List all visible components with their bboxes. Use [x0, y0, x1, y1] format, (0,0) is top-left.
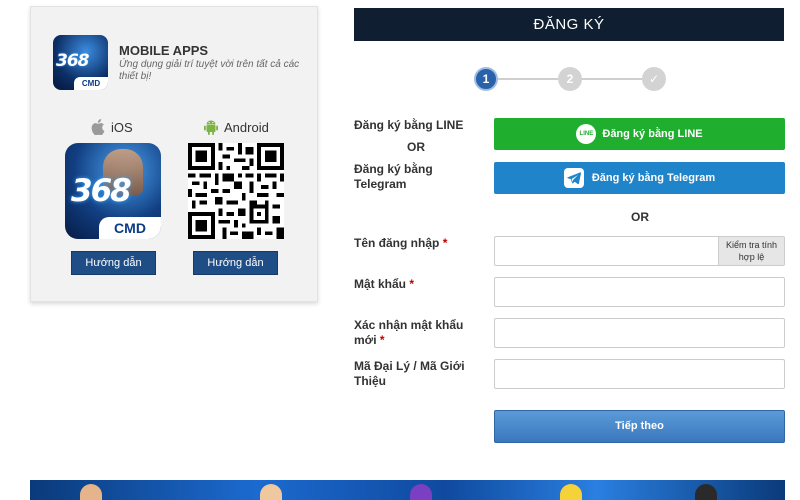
telegram-register-label: Đăng ký bằng Telegram: [354, 162, 433, 191]
line-register-button[interactable]: LINE Đăng ký bằng LINE: [494, 118, 785, 150]
confirm-password-input[interactable]: [494, 318, 785, 348]
check-validity-button[interactable]: Kiểm tra tính hợp lệ: [718, 237, 784, 265]
banner-figure: [695, 484, 717, 500]
ios-app-download-logo[interactable]: 368 CMD: [65, 143, 161, 239]
telegram-button-label: Đăng ký bằng Telegram: [591, 172, 716, 184]
step-3-check-icon: ✓: [642, 67, 666, 91]
line-register-label: Đăng ký bằng LINE: [354, 118, 464, 132]
apps-header: 368 CMD MOBILE APPS Ứng dụng giải trí tu…: [53, 35, 303, 91]
ios-guide-button[interactable]: Hướng dẫn: [71, 251, 156, 275]
required-mark: *: [442, 236, 448, 250]
confirm-password-label: Xác nhận mật khẩu mới *: [354, 318, 474, 348]
referral-code-label: Mã Đại Lý / Mã Giới Thiệu: [354, 359, 465, 388]
referral-code-input[interactable]: [494, 359, 785, 389]
app-logo-number: 368: [56, 51, 89, 71]
apple-icon: [91, 119, 105, 135]
banner-figure: [560, 484, 582, 500]
android-platform-label: Android: [204, 117, 269, 137]
telegram-register-button[interactable]: Đăng ký bằng Telegram: [494, 162, 785, 194]
step-connector: [580, 78, 642, 80]
line-button-label: Đăng ký bằng LINE: [602, 128, 703, 140]
telegram-icon: [563, 168, 584, 188]
confirm-label-text: Xác nhận mật khẩu mới: [354, 318, 464, 347]
or-divider-left: OR: [407, 140, 425, 154]
step-2: 2: [558, 67, 582, 91]
banner-figure: [260, 484, 282, 500]
username-label-text: Tên đăng nhập: [354, 236, 440, 250]
android-guide-button[interactable]: Hướng dẫn: [193, 251, 278, 275]
ios-label: iOS: [111, 119, 133, 135]
app-logo-big-badge: CMD: [99, 217, 161, 239]
password-label-text: Mật khẩu: [354, 277, 407, 291]
step-indicator: 1 2 ✓: [474, 67, 666, 91]
password-label: Mật khẩu *: [354, 277, 472, 292]
app-logo-big-number: 368: [71, 173, 132, 209]
apps-title: MOBILE APPS: [119, 43, 209, 58]
banner-figure: [80, 484, 102, 500]
android-qr-code[interactable]: [188, 143, 284, 239]
step-connector: [496, 78, 558, 80]
mobile-apps-panel: 368 CMD MOBILE APPS Ứng dụng giải trí tu…: [30, 6, 318, 302]
register-header: ĐĂNG KÝ: [354, 8, 784, 41]
required-mark: *: [379, 333, 385, 347]
banner-figure: [410, 484, 432, 500]
required-mark: *: [409, 277, 415, 291]
app-logo-small: 368 CMD: [53, 35, 108, 90]
or-divider-right: OR: [631, 210, 649, 224]
password-input[interactable]: [494, 277, 785, 307]
line-icon: LINE: [576, 124, 597, 144]
android-label: Android: [224, 119, 269, 135]
promo-banner[interactable]: [30, 480, 785, 500]
app-logo-badge: CMD: [74, 77, 108, 90]
next-button[interactable]: Tiếp theo: [494, 410, 785, 443]
apps-subtitle: Ứng dụng giải trí tuyệt vời trên tất cả …: [119, 59, 300, 82]
step-1: 1: [474, 67, 498, 91]
username-label: Tên đăng nhập *: [354, 236, 472, 251]
ios-platform-label: iOS: [91, 117, 133, 137]
android-icon: [204, 120, 218, 135]
